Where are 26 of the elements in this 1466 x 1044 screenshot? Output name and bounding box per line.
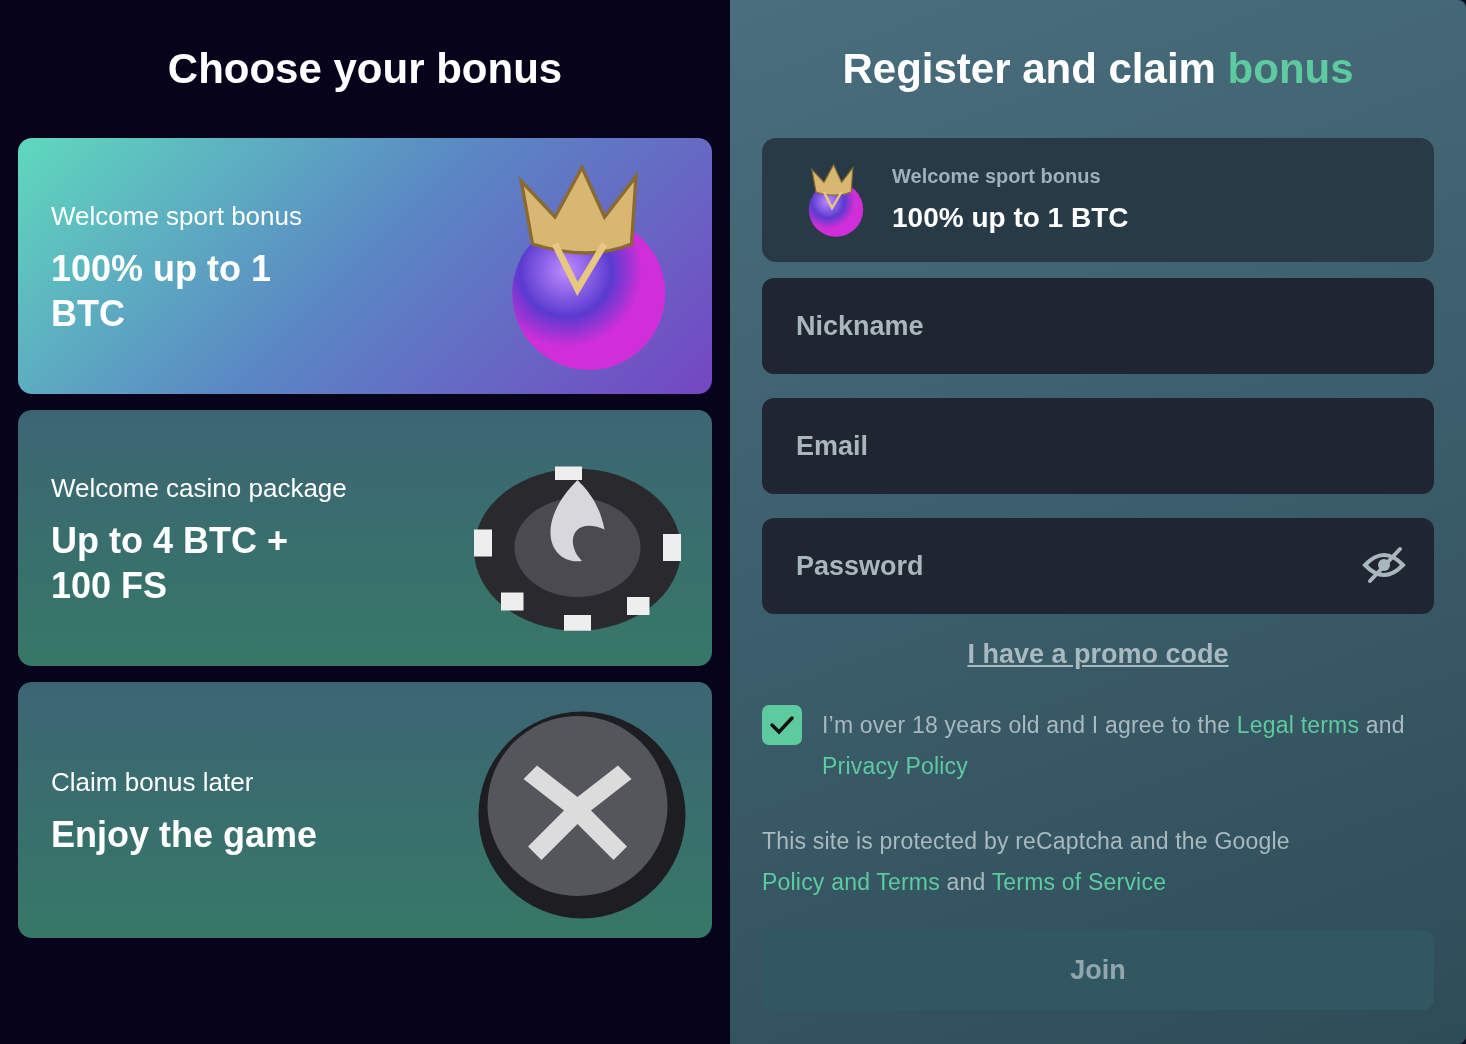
agreement-text: I’m over 18 years old and I agree to the Legal terms and Privacy Policy bbox=[822, 710, 1406, 781]
agree-checkbox[interactable] bbox=[762, 704, 802, 745]
bonus-title: 100% up to 1 BTC bbox=[892, 201, 1129, 236]
terms-link[interactable]: Privacy Policy bbox=[822, 752, 968, 779]
password-field[interactable]: Password bbox=[762, 518, 1434, 615]
email-field[interactable]: Email bbox=[762, 398, 1434, 495]
bonus-title: Up to 4 BTC + 100 FS bbox=[51, 518, 289, 608]
bonus-subtitle: Welcome sport bonus bbox=[51, 199, 303, 233]
bonus-subtitle: Welcome casino package bbox=[51, 471, 348, 505]
hide-password-icon[interactable] bbox=[1362, 545, 1406, 586]
checkmark-icon bbox=[769, 713, 795, 736]
nickname-field[interactable]: Nickname bbox=[762, 278, 1434, 375]
terms-link[interactable]: Terms of Service bbox=[991, 868, 1167, 895]
bonus-card[interactable]: Welcome casino package Up to 4 BTC + 100 FS bbox=[18, 410, 712, 667]
panel-title: Choose your bonus bbox=[166, 46, 564, 93]
recaptcha-notice: This site is protected by reCaptcha and the Google Policy and Terms and Terms of Service bbox=[762, 826, 1291, 897]
panel-title: Register and claim bonus bbox=[841, 46, 1355, 93]
bonus-card[interactable]: Claim bonus later Enjoy the game bbox=[18, 682, 712, 939]
terms-link[interactable]: Legal terms bbox=[1236, 711, 1360, 738]
promo-code-link[interactable]: I have a promo code bbox=[967, 634, 1229, 675]
bonus-card[interactable]: Welcome sport bonus 100% up to 1 BTC bbox=[18, 138, 712, 395]
terms-link[interactable]: Policy and Terms bbox=[762, 868, 940, 895]
bonus-subtitle: Welcome sport bonus bbox=[892, 164, 1102, 190]
bonus-title: 100% up to 1 BTC bbox=[51, 246, 273, 336]
bonus-subtitle: Claim bonus later bbox=[51, 766, 255, 800]
bonus-title: Enjoy the game bbox=[51, 813, 318, 858]
